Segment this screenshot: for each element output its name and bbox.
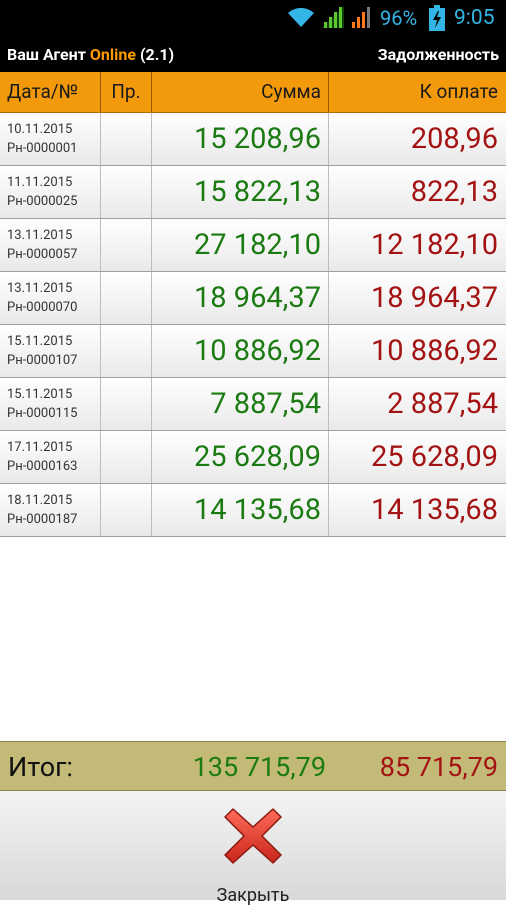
row-number: Рн-0000025 (7, 194, 78, 209)
column-header-pr[interactable]: Пр. (101, 72, 152, 112)
column-header-date[interactable]: Дата/№ (0, 72, 101, 112)
close-button[interactable]: Закрыть (203, 801, 303, 906)
sum-cell: 14 135,68 (152, 484, 329, 536)
battery-charging-icon (429, 5, 445, 31)
app-name: Ваш Агент (7, 45, 86, 64)
row-number: Рн-0000057 (7, 247, 78, 262)
sum-cell: 15 822,13 (152, 166, 329, 218)
pr-cell (101, 166, 152, 218)
pr-cell (101, 484, 152, 536)
app-version: (2.1) (139, 45, 175, 64)
row-number: Рн-0000163 (7, 459, 78, 474)
status-bar: 96% 9:05 (0, 0, 506, 38)
clock: 9:05 (454, 6, 495, 30)
sum-cell: 15 208,96 (152, 113, 329, 165)
to-pay-cell: 822,13 (410, 175, 498, 209)
wifi-icon (288, 7, 314, 27)
to-pay-cell: 12 182,10 (371, 228, 498, 262)
date-number-cell: 10.11.2015 Рн-0000001 (0, 113, 101, 165)
sum-cell: 25 628,09 (152, 431, 329, 483)
row-number: Рн-0000115 (7, 406, 78, 421)
pr-cell (101, 431, 152, 483)
row-date: 15.11.2015 (7, 387, 73, 402)
table-row[interactable]: 13.11.2015 Рн-0000057 27 182,10 12 182,1… (0, 219, 506, 272)
row-number: Рн-0000107 (7, 353, 78, 368)
totals-to-pay: 85 715,79 (379, 751, 498, 783)
to-pay-cell: 18 964,37 (371, 281, 498, 315)
date-number-cell: 18.11.2015 Рн-0000187 (0, 484, 101, 536)
totals-sum: 135 715,79 (192, 751, 326, 783)
row-date: 13.11.2015 (7, 281, 73, 296)
row-date: 11.11.2015 (7, 175, 73, 190)
table-row[interactable]: 15.11.2015 Рн-0000107 10 886,92 10 886,9… (0, 325, 506, 378)
pr-cell (101, 219, 152, 271)
totals-label: Итог: (8, 751, 73, 783)
row-date: 17.11.2015 (7, 440, 73, 455)
app-title: Ваш Агент Online (2.1) (7, 45, 174, 65)
sum-cell: 7 887,54 (152, 378, 329, 430)
date-number-cell: 13.11.2015 Рн-0000057 (0, 219, 101, 271)
signal-icon (322, 6, 344, 28)
table-row[interactable]: 10.11.2015 Рн-0000001 15 208,96 208,96 (0, 113, 506, 166)
date-number-cell: 15.11.2015 Рн-0000107 (0, 325, 101, 377)
close-button-label: Закрыть (216, 885, 290, 906)
to-pay-cell: 14 135,68 (371, 493, 498, 527)
debt-table: 10.11.2015 Рн-0000001 15 208,96 208,96 1… (0, 113, 506, 537)
pr-cell (101, 272, 152, 324)
title-bar: Ваш Агент Online (2.1) Задолженность (0, 38, 506, 72)
pr-cell (101, 113, 152, 165)
row-date: 18.11.2015 (7, 493, 73, 508)
sum-cell: 27 182,10 (152, 219, 329, 271)
screen-title: Задолженность (377, 45, 499, 64)
date-number-cell: 17.11.2015 Рн-0000163 (0, 431, 101, 483)
battery-percent: 96% (380, 6, 418, 30)
sum-cell: 10 886,92 (152, 325, 329, 377)
pr-cell (101, 378, 152, 430)
date-number-cell: 11.11.2015 Рн-0000025 (0, 166, 101, 218)
to-pay-cell: 25 628,09 (371, 440, 498, 474)
date-number-cell: 13.11.2015 Рн-0000070 (0, 272, 101, 324)
table-row[interactable]: 13.11.2015 Рн-0000070 18 964,37 18 964,3… (0, 272, 506, 325)
to-pay-cell: 10 886,92 (371, 334, 498, 368)
row-number: Рн-0000001 (7, 141, 78, 156)
table-row[interactable]: 17.11.2015 Рн-0000163 25 628,09 25 628,0… (0, 431, 506, 484)
row-date: 10.11.2015 (7, 122, 73, 137)
table-row[interactable]: 18.11.2015 Рн-0000187 14 135,68 14 135,6… (0, 484, 506, 537)
bottom-toolbar: Закрыть (0, 791, 506, 906)
row-date: 13.11.2015 (7, 228, 73, 243)
to-pay-cell: 208,96 (410, 122, 498, 156)
table-row[interactable]: 15.11.2015 Рн-0000115 7 887,54 2 887,54 (0, 378, 506, 431)
sum-cell: 18 964,37 (152, 272, 329, 324)
pr-cell (101, 325, 152, 377)
to-pay-cell: 2 887,54 (387, 387, 498, 421)
row-date: 15.11.2015 (7, 334, 73, 349)
totals-row: Итог: 135 715,79 85 715,79 (0, 741, 506, 791)
close-icon (224, 808, 282, 864)
date-number-cell: 15.11.2015 Рн-0000115 (0, 378, 101, 430)
app-accent: Online (89, 45, 136, 64)
column-header-sum[interactable]: Сумма (152, 72, 329, 112)
signal-icon (352, 7, 370, 28)
column-header-to-pay[interactable]: К оплате (329, 72, 506, 112)
table-row[interactable]: 11.11.2015 Рн-0000025 15 822,13 822,13 (0, 166, 506, 219)
row-number: Рн-0000187 (7, 512, 78, 527)
table-header: Дата/№ Пр. Сумма К оплате (0, 72, 506, 113)
row-number: Рн-0000070 (7, 300, 78, 315)
